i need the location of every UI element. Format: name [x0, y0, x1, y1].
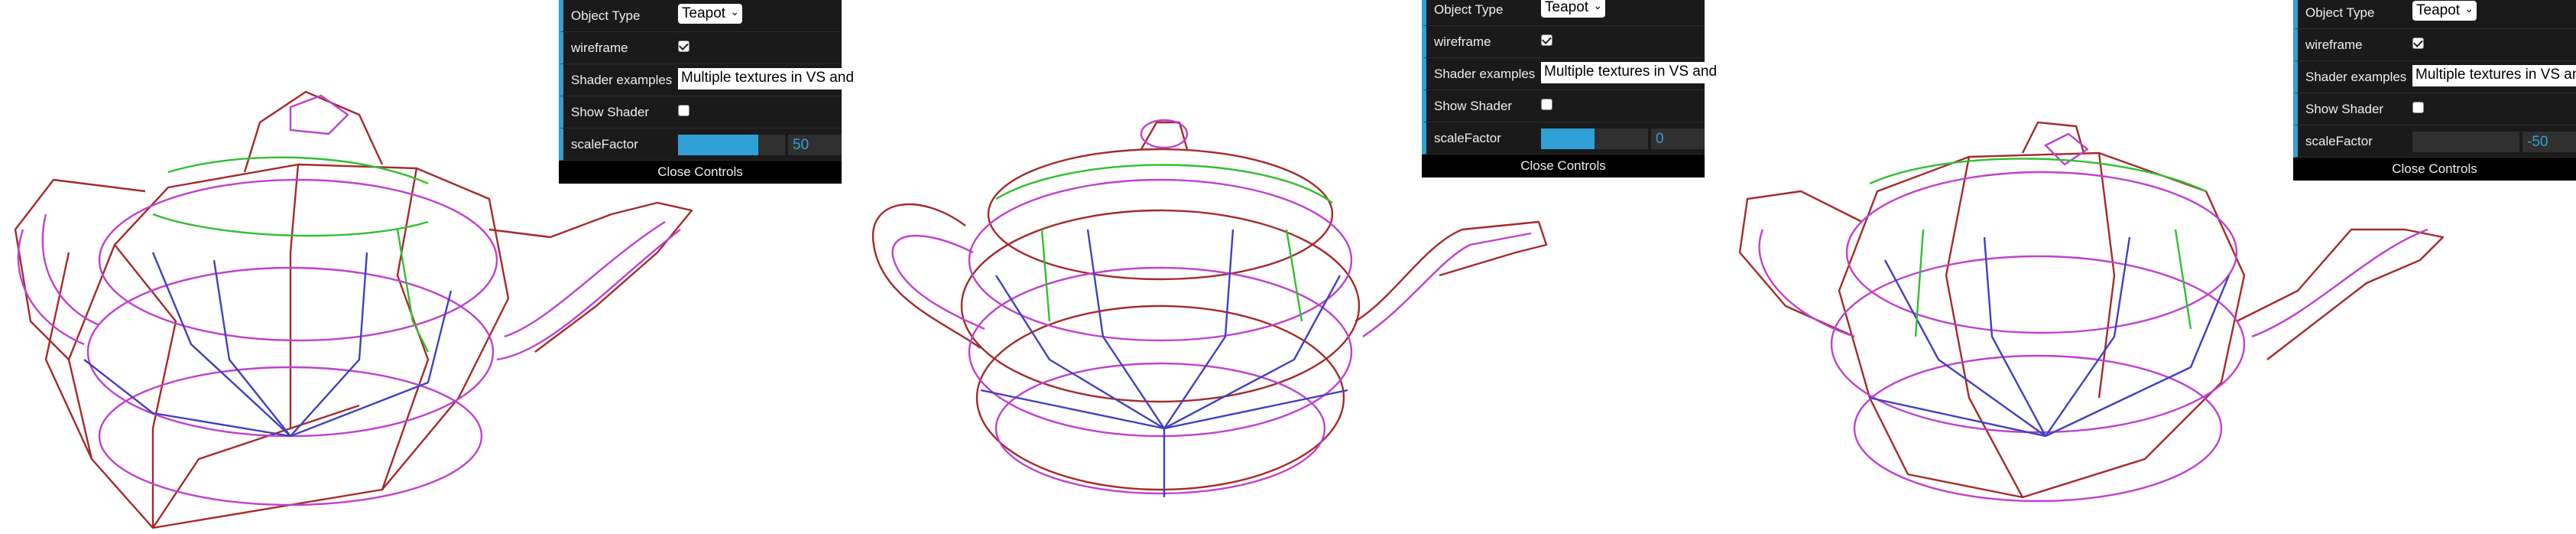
shader-examples-select[interactable]: Multiple textures in VS and FS: [678, 68, 854, 90]
object-type-label: Object Type: [2305, 5, 2375, 20]
object-type-row: Object Type Teapot ⌄: [559, 0, 842, 32]
scale-factor-slider[interactable]: [678, 135, 785, 155]
object-type-row: Object Type Teapot ⌄: [1422, 0, 1705, 26]
slider-fill: [1541, 129, 1595, 149]
object-type-select[interactable]: Teapot ⌄: [678, 4, 743, 24]
show-shader-row: Show Shader: [1422, 90, 1705, 122]
slider-fill: [678, 135, 758, 155]
show-shader-row: Show Shader: [559, 96, 842, 129]
wireframe-row: wireframe: [1422, 26, 1705, 58]
object-type-row: Object Type Teapot ⌄: [2293, 0, 2576, 29]
show-shader-label: Show Shader: [2305, 102, 2384, 116]
wireframe-row: wireframe: [2293, 29, 2576, 61]
shader-examples-select[interactable]: Multiple textures in VS and FS: [2412, 65, 2576, 86]
shader-examples-row: Shader examples Multiple textures in VS …: [559, 64, 854, 96]
wireframe-label: wireframe: [571, 41, 628, 55]
wireframe-checkbox[interactable]: [678, 41, 689, 52]
close-controls-button[interactable]: Close Controls: [2293, 158, 2576, 181]
show-shader-checkbox[interactable]: [1541, 99, 1552, 110]
scale-factor-slider[interactable]: [2412, 132, 2519, 152]
show-shader-label: Show Shader: [1434, 99, 1513, 113]
shader-examples-label: Shader examples: [571, 73, 673, 87]
show-shader-checkbox[interactable]: [2412, 102, 2424, 113]
scale-factor-row: scaleFactor 50: [559, 129, 842, 161]
close-controls-button[interactable]: Close Controls: [559, 161, 842, 184]
object-type-select[interactable]: Teapot ⌄: [1541, 0, 1606, 18]
chevron-down-icon: ⌄: [2464, 2, 2474, 15]
scale-factor-row: scaleFactor 0: [1422, 122, 1705, 155]
controls-panel-2: Object Type Teapot ⌄ wireframe Shader exa…: [1422, 0, 1717, 177]
shader-examples-label: Shader examples: [2305, 70, 2407, 84]
wireframe-checkbox[interactable]: [2412, 37, 2424, 49]
object-type-label: Object Type: [1434, 2, 1504, 17]
wireframe-checkbox[interactable]: [1541, 34, 1552, 46]
scale-factor-input[interactable]: 0: [1651, 129, 1705, 149]
scale-factor-label: scaleFactor: [2305, 134, 2373, 148]
scale-factor-input[interactable]: 50: [788, 135, 842, 155]
controls-panel-1: Object Type Teapot ⌄ wireframe Shader exa…: [559, 0, 854, 184]
close-controls-button[interactable]: Close Controls: [1422, 155, 1705, 177]
scale-factor-input[interactable]: -50: [2522, 132, 2576, 152]
show-shader-row: Show Shader: [2293, 93, 2576, 125]
shader-examples-label: Shader examples: [1434, 67, 1536, 81]
show-shader-checkbox[interactable]: [678, 105, 689, 116]
show-shader-label: Show Shader: [571, 105, 650, 119]
controls-panel-3: Object Type Teapot ⌄ wireframe Shader exa…: [2293, 0, 2576, 181]
scale-factor-slider[interactable]: [1541, 129, 1648, 149]
scale-factor-label: scaleFactor: [571, 137, 638, 151]
wireframe-row: wireframe: [559, 32, 842, 64]
chevron-down-icon: ⌄: [730, 5, 740, 18]
shader-examples-row: Shader examples Multiple textures in VS …: [2293, 61, 2576, 93]
shader-examples-row: Shader examples Multiple textures in VS …: [1422, 58, 1717, 90]
object-type-label: Object Type: [571, 8, 641, 23]
wireframe-label: wireframe: [2305, 37, 2363, 52]
wireframe-label: wireframe: [1434, 34, 1491, 49]
chevron-down-icon: ⌄: [1593, 0, 1603, 11]
object-type-select[interactable]: Teapot ⌄: [2412, 1, 2477, 21]
scale-factor-label: scaleFactor: [1434, 131, 1501, 145]
scale-factor-row: scaleFactor -50: [2293, 125, 2576, 158]
shader-examples-select[interactable]: Multiple textures in VS and FS: [1541, 62, 1717, 83]
